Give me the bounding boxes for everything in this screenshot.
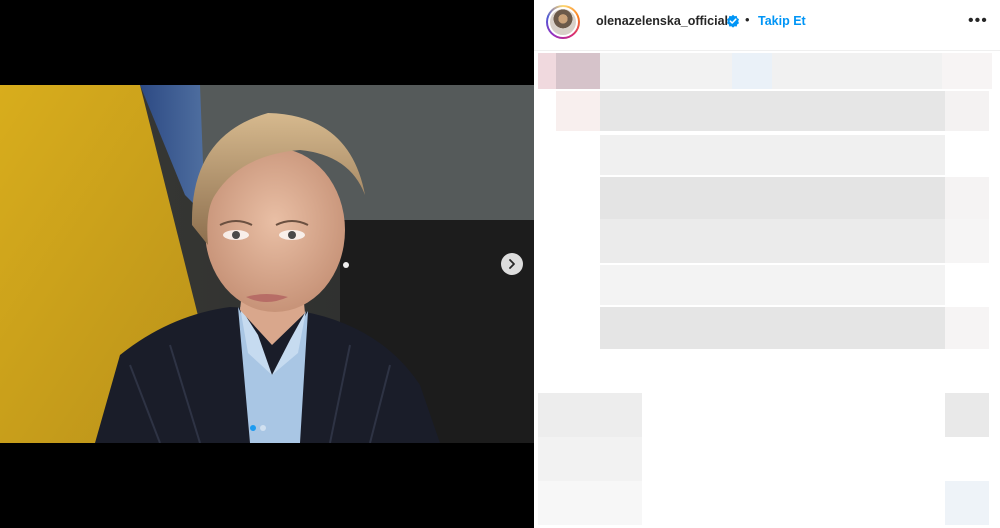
pixelated-caption: [534, 51, 1000, 528]
carousel-dot: [260, 425, 266, 431]
profile-avatar[interactable]: [546, 5, 580, 39]
separator-dot: •: [745, 12, 750, 27]
instagram-post: olenazelenska_official • Takip Et •••: [0, 0, 1000, 528]
avatar-image: [548, 7, 578, 37]
verified-badge-icon: [726, 14, 740, 33]
portrait-image: [0, 85, 534, 443]
carousel-dot-active: [250, 425, 256, 431]
carousel-indicator: [250, 425, 266, 431]
follow-button[interactable]: Takip Et: [758, 14, 806, 28]
chevron-right-icon: [509, 259, 515, 269]
post-media: [0, 0, 534, 528]
next-slide-button[interactable]: [501, 253, 523, 275]
username-link[interactable]: olenazelenska_official: [596, 14, 728, 28]
more-options-icon[interactable]: •••: [968, 12, 988, 30]
post-photo[interactable]: [0, 85, 534, 443]
